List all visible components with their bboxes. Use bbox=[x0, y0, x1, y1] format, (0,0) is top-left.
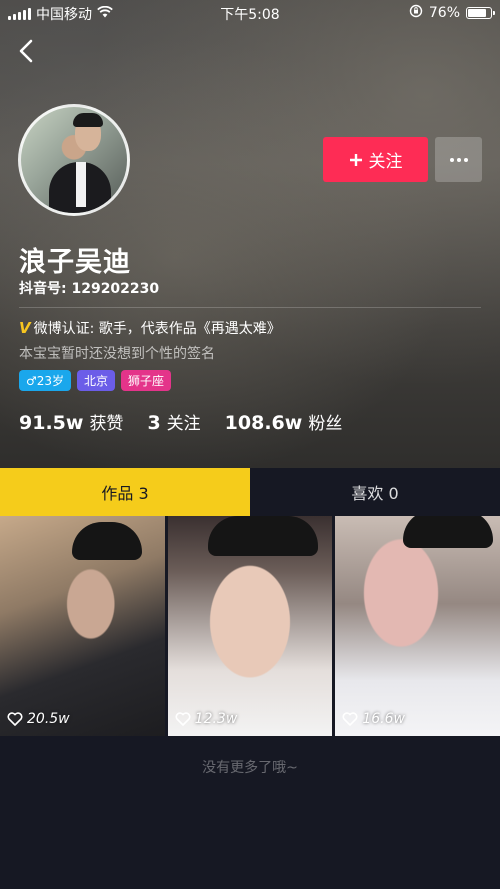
video-like-value: 16.6w bbox=[362, 711, 405, 727]
stat-likes-value: 91.5w bbox=[19, 412, 84, 434]
profile-tags: ♂23岁 北京 狮子座 bbox=[19, 370, 172, 391]
verification-text: 微博认证: 歌手，代表作品《再遇太难》 bbox=[33, 321, 281, 337]
video-like-value: 12.3w bbox=[194, 711, 238, 727]
orientation-lock-icon bbox=[409, 4, 423, 22]
tab-likes[interactable]: 喜欢 0 bbox=[250, 468, 500, 516]
profile-nickname: 浪子吴迪 bbox=[19, 247, 131, 278]
profile-stats: 91.5w 获赞 3 关注 108.6w 粉丝 bbox=[19, 409, 342, 434]
stat-likes-label: 获赞 bbox=[89, 414, 124, 434]
stat-likes: 91.5w 获赞 bbox=[19, 409, 123, 434]
profile-divider bbox=[19, 307, 481, 308]
status-bar-right: 76% bbox=[409, 4, 495, 22]
follow-button-label: 关注 bbox=[368, 152, 403, 172]
avatar[interactable] bbox=[18, 104, 130, 216]
verified-badge-icon: V bbox=[19, 319, 31, 337]
video-thumbnail[interactable]: 12.3w bbox=[167, 516, 333, 736]
video-like-value: 20.5w bbox=[27, 711, 70, 727]
battery-percentage: 76% bbox=[428, 5, 460, 21]
no-more-text: 没有更多了哦~ bbox=[202, 760, 298, 776]
stat-following-label: 关注 bbox=[166, 414, 201, 434]
stat-fans-label: 粉丝 bbox=[308, 414, 343, 434]
more-button[interactable] bbox=[435, 137, 482, 182]
tag-age: ♂23岁 bbox=[19, 370, 72, 391]
video-like-count: 12.3w bbox=[175, 711, 238, 727]
tab-works[interactable]: 作品 3 bbox=[0, 468, 250, 516]
stat-fans-value: 108.6w bbox=[224, 412, 303, 434]
stat-fans[interactable]: 108.6w 粉丝 bbox=[225, 409, 343, 434]
status-bar: 中国移动 下午5:08 76% bbox=[0, 0, 500, 26]
battery-icon bbox=[466, 7, 495, 19]
video-like-count: 20.5w bbox=[7, 711, 70, 727]
stat-following[interactable]: 3 关注 bbox=[147, 409, 200, 434]
profile-header-background bbox=[0, 0, 500, 468]
video-grid: 20.5w 12.3w 16.6w bbox=[0, 516, 500, 736]
profile-tabs: 作品 3 喜欢 0 bbox=[0, 468, 500, 516]
heart-icon bbox=[175, 712, 191, 726]
stat-following-value: 3 bbox=[147, 412, 161, 434]
verification-info: V 微博认证: 歌手，代表作品《再遇太难》 bbox=[19, 318, 281, 338]
back-button[interactable] bbox=[12, 36, 40, 66]
video-thumbnail[interactable]: 20.5w bbox=[0, 516, 165, 736]
back-arrow-icon bbox=[19, 39, 33, 63]
profile-signature: 本宝宝暂时还没想到个性的签名 bbox=[19, 346, 215, 362]
video-like-count: 16.6w bbox=[342, 711, 405, 727]
tag-city: 北京 bbox=[77, 370, 116, 391]
follow-button[interactable]: 关注 bbox=[323, 137, 428, 182]
tag-zodiac: 狮子座 bbox=[121, 370, 172, 391]
plus-icon bbox=[349, 153, 362, 166]
video-thumbnail[interactable]: 16.6w bbox=[335, 516, 500, 736]
more-dots-icon bbox=[449, 157, 468, 162]
heart-icon bbox=[342, 712, 358, 726]
douyin-id: 抖音号: 129202230 bbox=[19, 281, 160, 297]
heart-icon bbox=[7, 712, 23, 726]
